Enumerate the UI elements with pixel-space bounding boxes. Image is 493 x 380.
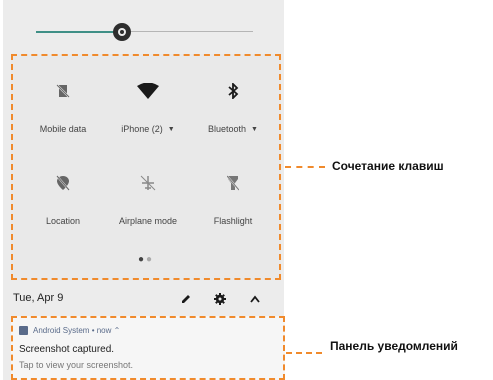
notification-app-label: Android System • now ⌃: [33, 326, 121, 335]
tile-label: Flashlight: [213, 216, 253, 226]
page-dot-active: ●: [137, 254, 146, 265]
settings-gear-icon[interactable]: [211, 290, 229, 308]
status-row: Tue, Apr 9: [3, 284, 284, 314]
flashlight-off-icon: [189, 170, 277, 196]
bluetooth-icon: [189, 78, 277, 104]
tile-flashlight[interactable]: Flashlight: [189, 170, 277, 226]
tile-label: Location: [45, 216, 81, 226]
edit-icon[interactable]: [177, 290, 195, 308]
tile-label: Airplane mode: [118, 216, 178, 226]
mobile-data-off-icon: [19, 78, 107, 104]
notification-title: Screenshot captured.: [19, 344, 115, 355]
tile-wifi[interactable]: iPhone (2) ▼: [104, 78, 192, 134]
airplane-off-icon: [104, 170, 192, 196]
brightness-track-filled: [36, 31, 119, 33]
annotation-leader-line: [285, 166, 325, 168]
location-off-icon: [19, 170, 107, 196]
tile-mobile-data[interactable]: Mobile data: [19, 78, 107, 134]
tile-label: Mobile data: [39, 124, 87, 134]
wifi-icon: [104, 78, 192, 104]
tile-label: iPhone (2): [121, 124, 163, 134]
quick-settings-panel: Mobile data iPhone (2) ▼ Bluetooth ▼ Locat…: [11, 54, 281, 280]
annotation-leader-line: [286, 352, 322, 354]
dropdown-caret-icon[interactable]: ▼: [251, 126, 258, 133]
tile-location[interactable]: Location: [19, 170, 107, 226]
page-dot: ●: [146, 254, 155, 265]
notification-text: Tap to view your screenshot.: [19, 360, 134, 370]
notification-shade: Mobile data iPhone (2) ▼ Bluetooth ▼ Locat…: [3, 0, 285, 380]
notification-card[interactable]: Android System • now ⌃ Screenshot captur…: [11, 316, 285, 380]
tile-label: Bluetooth: [208, 124, 247, 134]
notification-header: Android System • now ⌃: [19, 326, 120, 335]
collapse-chevron-icon[interactable]: [246, 290, 264, 308]
tile-bluetooth[interactable]: Bluetooth ▼: [189, 78, 277, 134]
notifications-annotation: Панель уведомлений: [330, 339, 458, 353]
tile-airplane-mode[interactable]: Airplane mode: [104, 170, 192, 226]
date-label: Tue, Apr 9: [13, 292, 64, 304]
brightness-slider[interactable]: [3, 18, 284, 44]
brightness-track-empty: [129, 31, 253, 32]
quick-settings-annotation: Сочетание клавиш: [332, 159, 444, 173]
brightness-thumb-icon[interactable]: [113, 23, 131, 41]
android-system-icon: [19, 326, 28, 335]
dropdown-caret-icon[interactable]: ▼: [168, 126, 175, 133]
page-indicator[interactable]: ●●: [13, 254, 279, 265]
